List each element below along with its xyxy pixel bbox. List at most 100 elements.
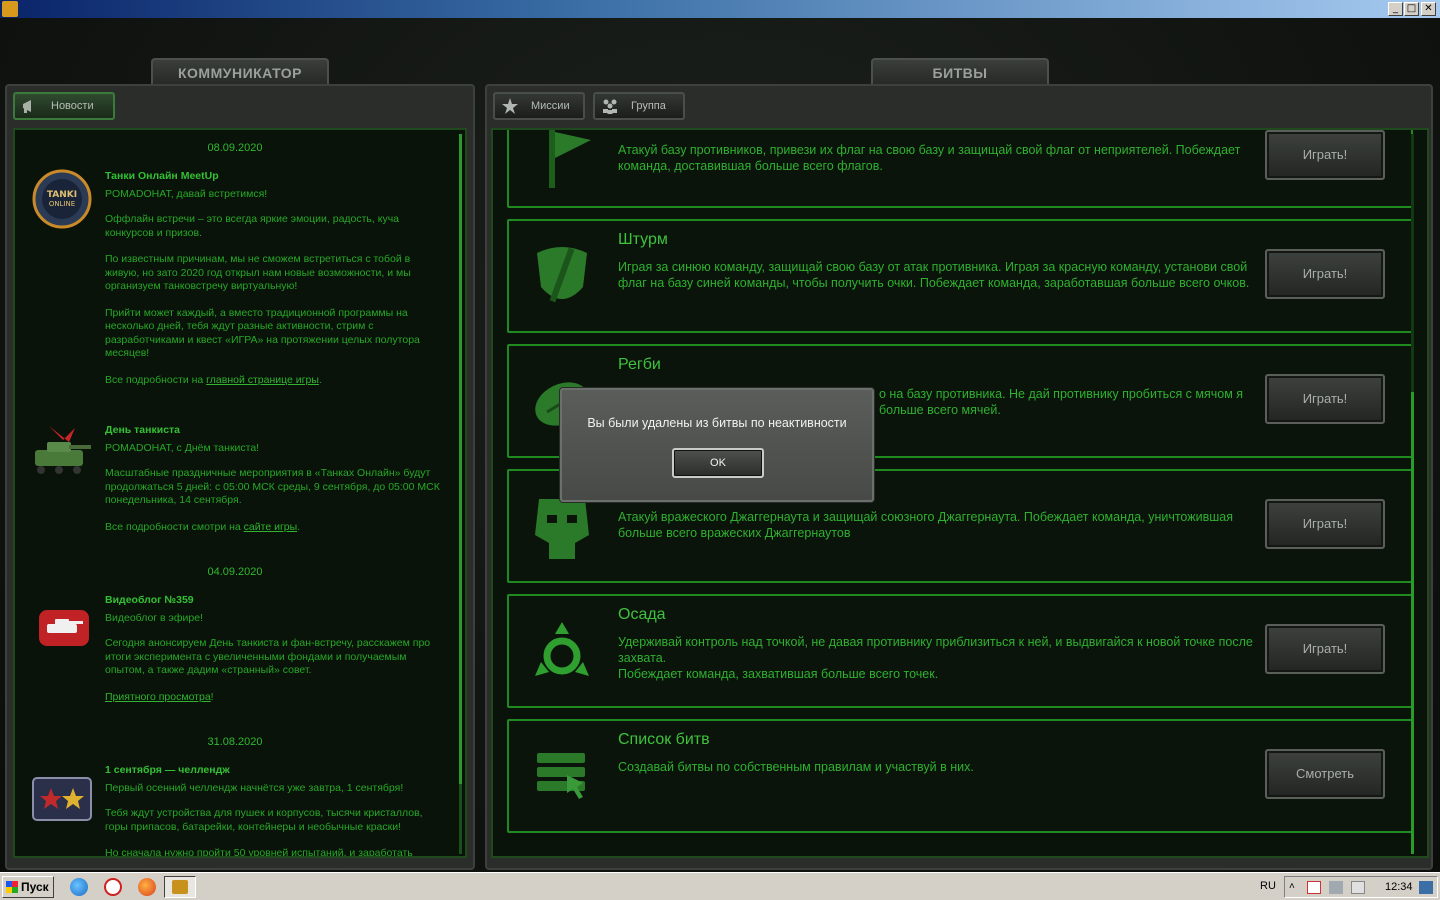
news-title: 1 сентября — челлендж [105,764,230,776]
start-button[interactable]: Пуск [2,876,54,898]
view-button[interactable]: Смотреть [1265,749,1385,799]
battles-tab: БИТВЫ [871,58,1049,86]
news-more-line: Приятного просмотра! [105,691,445,705]
yandex-browser-icon[interactable] [104,878,122,896]
news-more-suffix: ! [210,690,214,703]
news-paragraph: Оффлайн встречи – это всегда яркие эмоци… [105,213,400,239]
clock: 12:34 [1385,881,1413,893]
window-titlebar: _ □ ✕ [0,0,1440,18]
tray-security-icon[interactable] [1307,881,1321,894]
battle-mode-card: Штурм Играя за синюю команду, защищай св… [507,219,1413,333]
battle-mode-description: Атакуй вражеского Джаггернаута и защищай… [618,510,1233,540]
news-list[interactable]: 08.09.2020 TANKI ONLINE Танки Онлайн Mee… [13,128,467,858]
news-subtitle: Видеоблог в эфире! [105,611,204,624]
battle-mode-description: Создавай битвы по собственным правилам и… [618,760,974,774]
play-button[interactable]: Играть! [1265,624,1385,674]
system-tray: ˄ 12:34 [1284,876,1438,898]
inactivity-dialog: Вы были удалены из битвы по неактивности… [560,388,874,502]
show-desktop-icon[interactable] [1419,881,1433,894]
main-page-link[interactable]: главной странице игры [206,374,319,386]
communicator-tab: КОММУНИКАТОР [151,58,329,86]
battles-scrollbar[interactable] [1411,134,1414,854]
tray-speaker-icon[interactable] [1351,881,1365,894]
news-subtitle: Первый осенний челлендж начнётся уже зав… [105,781,404,794]
news-item: 1 сентября — челлендж Первый осенний чел… [105,764,445,856]
play-button[interactable]: Играть! [1265,499,1385,549]
shield-sword-icon [537,247,587,303]
news-button-label: Новости [51,100,94,112]
taskbar-game-window[interactable] [164,876,196,898]
news-more-suffix: . [318,373,322,386]
news-paragraph: Тебя ждут устройства для пушек и корпусо… [105,807,423,833]
battle-list-icon [537,753,585,799]
battle-mode-description: Атакуй базу противников, привези их флаг… [618,143,1241,173]
news-more-prefix: Все подробности смотри на [105,520,244,533]
megaphone-icon [23,100,31,113]
tankman-day-icon [35,426,91,474]
news-item: Танки Онлайн MeetUp POMADOHAT, давай вст… [105,170,445,400]
minimize-button[interactable]: _ [1388,2,1403,16]
ie-icon[interactable] [70,878,88,896]
news-more-line: Все подробности на главной странице игры… [105,374,445,388]
challenge-badge-icon [32,777,92,821]
control-point-icon [535,622,589,676]
battle-mode-description: Удерживай контроль над точкой, не давая … [618,635,1253,681]
play-button[interactable]: Играть! [1265,374,1385,424]
news-paragraph: По известным причинам, мы не сможем встр… [105,253,411,292]
tray-network-icon[interactable] [1329,881,1343,894]
news-paragraph: Прийти может каждый, а вместо традиционн… [105,306,420,360]
communicator-panel: Новости 08.09.2020 TANKI ONLINE Танки Он… [5,84,475,870]
ok-button[interactable]: OK [672,448,764,478]
battle-mode-description: Играя за синюю команду, защищай свою баз… [618,260,1250,290]
dialog-message: Вы были удалены из битвы по неактивности [587,416,847,430]
windows-flag-icon [6,881,18,893]
tanki-app-icon [172,880,188,894]
news-title: День танкиста [105,424,181,436]
news-paragraph: Сегодня анонсируем День танкиста и фан-в… [105,637,431,676]
battle-mode-title: Регби [618,356,661,373]
start-label: Пуск [21,880,49,894]
news-title: Видеоблог №359 [105,594,194,606]
news-subtitle: POMADOHAT, давай встретимся! [105,187,268,200]
flag-icon [549,130,591,188]
news-subtitle: POMADOHAT, с Днём танкиста! [105,441,260,454]
news-date: 04.09.2020 [207,566,263,578]
close-button[interactable]: ✕ [1421,2,1436,16]
meetup-logo-icon: TANKI ONLINE [32,169,92,229]
group-icon [603,99,617,114]
group-button[interactable]: Группа [593,92,685,120]
play-button[interactable]: Играть! [1265,130,1385,180]
svg-text:ONLINE: ONLINE [49,200,75,208]
battle-mode-card: Осада Удерживай контроль над точкой, не … [507,594,1413,708]
play-button[interactable]: Играть! [1265,249,1385,299]
maximize-button[interactable]: □ [1404,2,1419,16]
app-icon [2,1,18,17]
svg-text:TANKI: TANKI [47,190,77,200]
missions-button[interactable]: Миссии [493,92,585,120]
news-date: 31.08.2020 [207,736,263,748]
news-paragraph: Масштабные праздничные мероприятия в «Та… [105,467,440,506]
news-button[interactable]: Новости [13,92,115,120]
news-date: 08.09.2020 [207,142,263,154]
news-more-suffix: . [297,520,301,533]
news-paragraph: Но сначала нужно пройти 50 уровней испыт… [105,847,413,856]
language-indicator[interactable]: RU [1260,880,1276,892]
game-site-link[interactable]: сайте игры [244,521,297,533]
game-area: КОММУНИКАТОР Новости 08.09.2020 TANKI ON… [0,18,1440,872]
watch-link[interactable]: Приятного просмотра [105,691,211,703]
battle-mode-card: Атакуй базу противников, привези их флаг… [507,130,1413,208]
firefox-icon[interactable] [138,878,156,896]
news-scrollbar[interactable] [459,134,462,854]
news-item: Видеоблог №359 Видеоблог в эфире! Сегодн… [105,594,445,717]
news-more-prefix: Все подробности на [105,373,207,386]
news-item: День танкиста POMADOHAT, с Днём танкиста… [105,424,445,547]
battle-mode-title: Осада [618,606,666,623]
battle-mode-description: о на базу противника. Не дай противнику … [879,387,1244,417]
battle-mode-title: Список битв [618,731,710,748]
tray-expand-icon[interactable]: ˄ [1289,881,1303,894]
video-blog-icon [39,610,89,646]
taskbar: Пуск RU ˄ 12:34 [0,872,1440,900]
star-icon [502,98,518,114]
group-button-label: Группа [631,100,666,112]
missions-button-label: Миссии [531,100,570,112]
